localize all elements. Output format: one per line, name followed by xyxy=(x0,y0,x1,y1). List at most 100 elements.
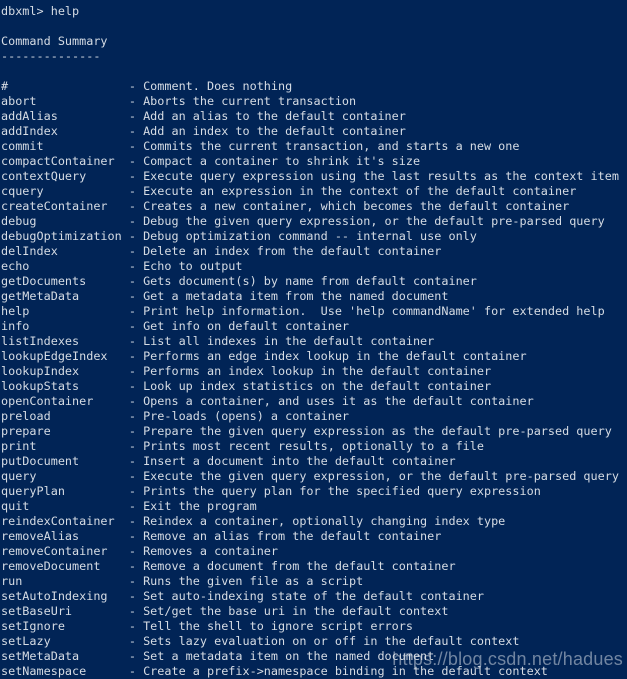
command-description: Creates a new container, which becomes t… xyxy=(143,199,570,213)
command-separator: - xyxy=(128,469,144,483)
command-row: commit - Commits the current transaction… xyxy=(1,139,627,154)
command-row: setBaseUri - Set/get the base uri in the… xyxy=(1,604,627,619)
command-description: List all indexes in the default containe… xyxy=(143,334,435,348)
command-separator: - xyxy=(128,169,144,183)
command-separator: - xyxy=(128,319,144,333)
command-name: removeContainer xyxy=(1,544,129,558)
command-name: run xyxy=(1,574,129,588)
command-row: prepare - Prepare the given query expres… xyxy=(1,424,627,439)
terminal-window[interactable]: dbxml> help Command Summary ------------… xyxy=(0,0,627,679)
command-row: removeAlias - Remove an alias from the d… xyxy=(1,529,627,544)
command-row: removeContainer - Removes a container xyxy=(1,544,627,559)
command-row: info - Get info on default container xyxy=(1,319,627,334)
command-separator: - xyxy=(128,439,144,453)
command-name: echo xyxy=(1,259,129,273)
command-description: Remove an alias from the default contain… xyxy=(143,529,442,543)
command-name: openContainer xyxy=(1,394,129,408)
command-row: setNamespace - Create a prefix->namespac… xyxy=(1,664,627,679)
command-description: Create a prefix->namespace binding in th… xyxy=(143,664,548,678)
command-name: lookupIndex xyxy=(1,364,129,378)
command-separator: - xyxy=(128,424,144,438)
command-row: getDocuments - Gets document(s) by name … xyxy=(1,274,627,289)
command-name: debug xyxy=(1,214,129,228)
command-description: Opens a container, and uses it as the de… xyxy=(143,394,534,408)
command-description: Removes a container xyxy=(143,544,279,558)
command-name: info xyxy=(1,319,129,333)
command-separator: - xyxy=(128,304,144,318)
command-description: Get info on default container xyxy=(143,319,350,333)
command-description: Debug optimization command -- internal u… xyxy=(143,229,477,243)
command-name: prepare xyxy=(1,424,129,438)
command-row: removeDocument - Remove a document from … xyxy=(1,559,627,574)
command-row: cquery - Execute an expression in the co… xyxy=(1,184,627,199)
command-row: delIndex - Delete an index from the defa… xyxy=(1,244,627,259)
command-list: # - Comment. Does nothing abort - Aborts … xyxy=(1,79,627,679)
command-row: setIgnore - Tell the shell to ignore scr… xyxy=(1,619,627,634)
command-description: Prints the query plan for the specified … xyxy=(143,484,541,498)
command-row: contextQuery - Execute query expression … xyxy=(1,169,627,184)
command-name: # xyxy=(1,79,129,93)
command-description: Pre-loads (opens) a container xyxy=(143,409,350,423)
command-description: Tell the shell to ignore script errors xyxy=(143,619,413,633)
command-row: putDocument - Insert a document into the… xyxy=(1,454,627,469)
command-row: openContainer - Opens a container, and u… xyxy=(1,394,627,409)
command-row: queryPlan - Prints the query plan for th… xyxy=(1,484,627,499)
command-name: preload xyxy=(1,409,129,423)
prompt-line: dbxml> help xyxy=(1,4,80,18)
command-row: debug - Debug the given query expression… xyxy=(1,214,627,229)
command-separator: - xyxy=(128,79,144,93)
command-separator: - xyxy=(128,154,144,168)
command-separator: - xyxy=(128,139,144,153)
command-name: setMetaData xyxy=(1,649,129,663)
command-row: help - Print help information. Use 'help… xyxy=(1,304,627,319)
command-description: Print help information. Use 'help comman… xyxy=(143,304,605,318)
command-name: setBaseUri xyxy=(1,604,129,618)
command-description: Exit the program xyxy=(143,499,257,513)
command-description: Debug the given query expression, or the… xyxy=(143,214,605,228)
command-name: removeDocument xyxy=(1,559,129,573)
command-row: setAutoIndexing - Set auto-indexing stat… xyxy=(1,589,627,604)
command-row: createContainer - Creates a new containe… xyxy=(1,199,627,214)
command-separator: - xyxy=(128,544,144,558)
command-name: getDocuments xyxy=(1,274,129,288)
command-row: lookupIndex - Performs an index lookup i… xyxy=(1,364,627,379)
command-separator: - xyxy=(128,574,144,588)
command-name: addIndex xyxy=(1,124,129,138)
command-row: # - Comment. Does nothing xyxy=(1,79,627,94)
command-separator: - xyxy=(128,379,144,393)
command-separator: - xyxy=(128,199,144,213)
command-separator: - xyxy=(128,409,144,423)
command-separator: - xyxy=(128,184,144,198)
command-separator: - xyxy=(128,589,144,603)
command-summary-rule: -------------- xyxy=(1,49,101,63)
command-description: Insert a document into the default conta… xyxy=(143,454,456,468)
command-description: Commits the current transaction, and sta… xyxy=(143,139,520,153)
command-description: Set a metadata item on the named documen… xyxy=(143,649,435,663)
command-separator: - xyxy=(128,454,144,468)
command-name: compactContainer xyxy=(1,154,129,168)
command-row: compactContainer - Compact a container t… xyxy=(1,154,627,169)
command-name: removeAlias xyxy=(1,529,129,543)
command-description: Aborts the current transaction xyxy=(143,94,357,108)
command-description: Compact a container to shrink it's size xyxy=(143,154,421,168)
command-summary-heading: Command Summary xyxy=(1,34,108,48)
command-name: lookupEdgeIndex xyxy=(1,349,129,363)
command-description: Add an alias to the default container xyxy=(143,109,406,123)
command-name: cquery xyxy=(1,184,129,198)
command-separator: - xyxy=(128,559,144,573)
command-separator: - xyxy=(128,124,144,138)
command-separator: - xyxy=(128,349,144,363)
command-name: putDocument xyxy=(1,454,129,468)
command-name: setAutoIndexing xyxy=(1,589,129,603)
command-row: setLazy - Sets lazy evaluation on or off… xyxy=(1,634,627,649)
command-description: Remove a document from the default conta… xyxy=(143,559,456,573)
command-name: getMetaData xyxy=(1,289,129,303)
command-description: Gets document(s) by name from default co… xyxy=(143,274,477,288)
command-separator: - xyxy=(128,484,144,498)
command-separator: - xyxy=(128,364,144,378)
command-description: Runs the given file as a script xyxy=(143,574,364,588)
command-separator: - xyxy=(128,289,144,303)
command-name: help xyxy=(1,304,129,318)
command-row: print - Prints most recent results, opti… xyxy=(1,439,627,454)
